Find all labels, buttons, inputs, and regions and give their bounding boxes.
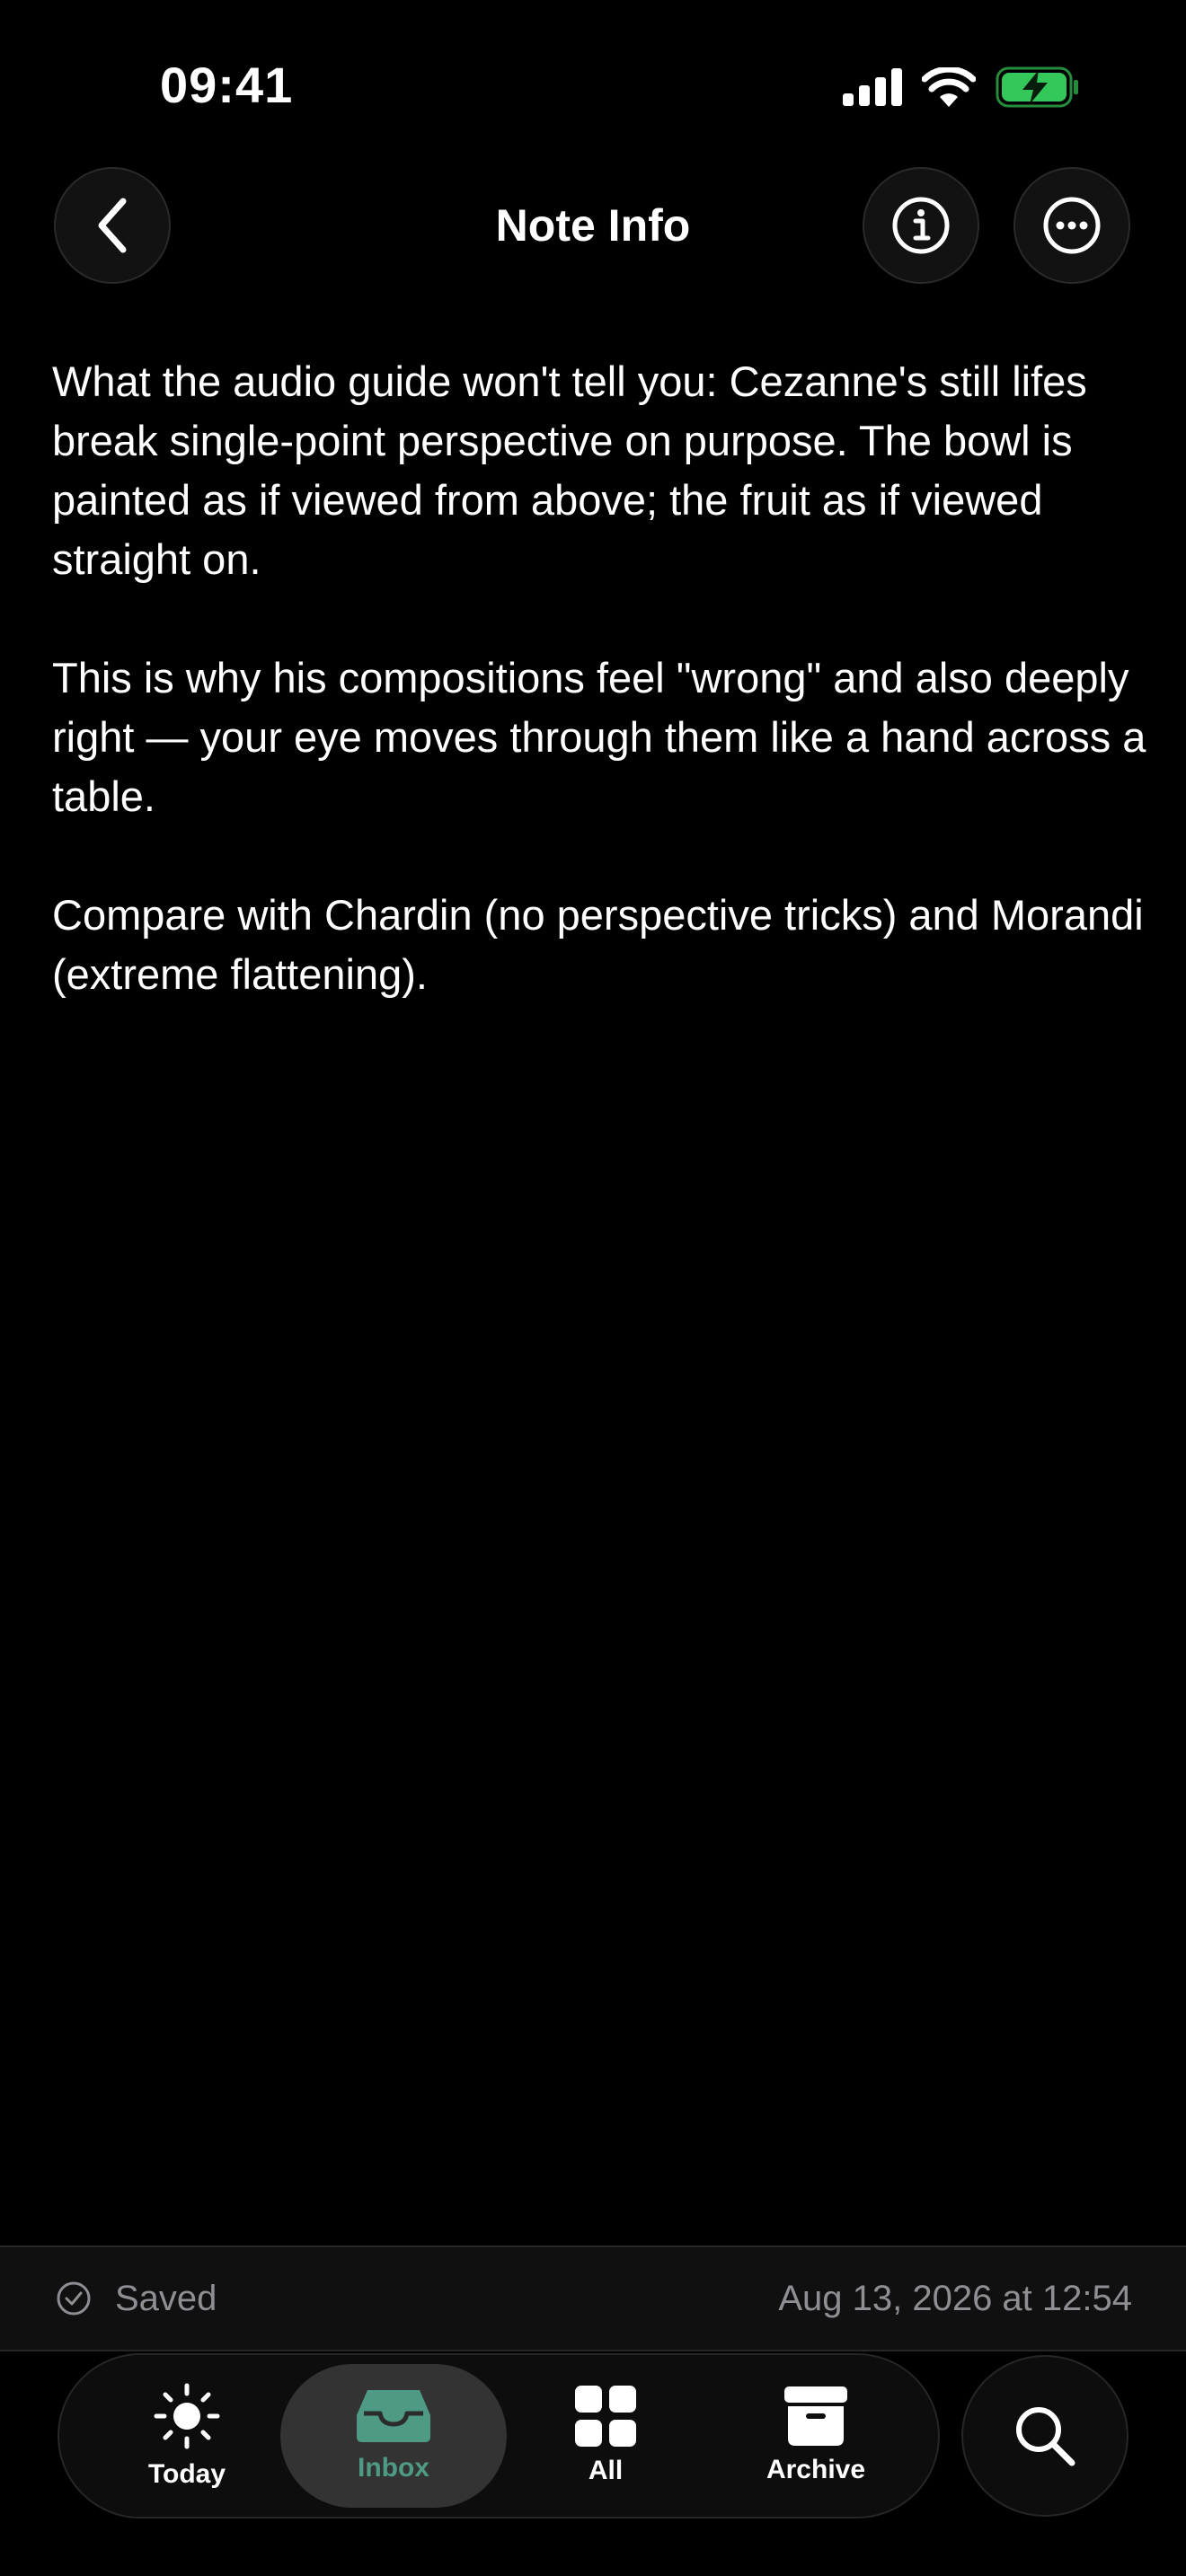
page-title: Note Info <box>495 200 691 251</box>
save-status: Saved <box>56 2247 217 2350</box>
tab-bar: Today Inbox All Archive <box>58 2353 940 2519</box>
save-timestamp: Aug 13, 2026 at 12:54 <box>778 2278 1132 2318</box>
tab-all[interactable]: All <box>492 2364 719 2508</box>
search-icon <box>1016 2407 1075 2466</box>
note-body[interactable]: What the audio guide won't tell you: Cez… <box>52 352 1148 1063</box>
status-icons <box>843 65 1080 110</box>
note-paragraph-1: What the audio guide won't tell you: Cez… <box>52 357 1087 583</box>
note-paragraph-2: This is why his compositions feel "wrong… <box>52 654 1146 820</box>
tab-today-label: Today <box>147 2459 226 2489</box>
wifi-icon <box>922 67 976 107</box>
status-time: 09:41 <box>160 57 294 113</box>
inbox-tray-icon <box>357 2390 430 2442</box>
search-button[interactable] <box>961 2355 1128 2517</box>
archive-box-icon <box>784 2386 847 2446</box>
tab-archive-label: Archive <box>766 2455 866 2484</box>
more-options-button[interactable] <box>1013 167 1130 284</box>
tab-inbox-label: Inbox <box>358 2453 429 2483</box>
check-circle-icon <box>57 2281 91 2316</box>
info-circle-icon <box>892 197 950 254</box>
tab-archive[interactable]: Archive <box>703 2364 929 2508</box>
save-status-label: Saved <box>115 2278 217 2318</box>
cellular-signal-icon <box>843 68 902 106</box>
nav-header: Note Info <box>0 167 1186 284</box>
note-paragraph-3: Compare with Chardin (no perspective tri… <box>52 891 1144 998</box>
save-status-bar: Saved Aug 13, 2026 at 12:54 <box>0 2245 1186 2351</box>
tab-inbox[interactable]: Inbox <box>280 2364 507 2508</box>
battery-charging-icon <box>996 66 1078 108</box>
note-info-screen: 09:41 Note Info What the audio guide won… <box>0 0 1186 2576</box>
info-button[interactable] <box>863 167 979 284</box>
ellipsis-circle-icon <box>1043 197 1101 254</box>
sun-icon <box>154 2383 220 2449</box>
grid-icon <box>575 2386 636 2447</box>
status-bar: 09:41 <box>0 0 1186 171</box>
tab-all-label: All <box>588 2456 624 2485</box>
tab-today[interactable]: Today <box>74 2364 300 2508</box>
